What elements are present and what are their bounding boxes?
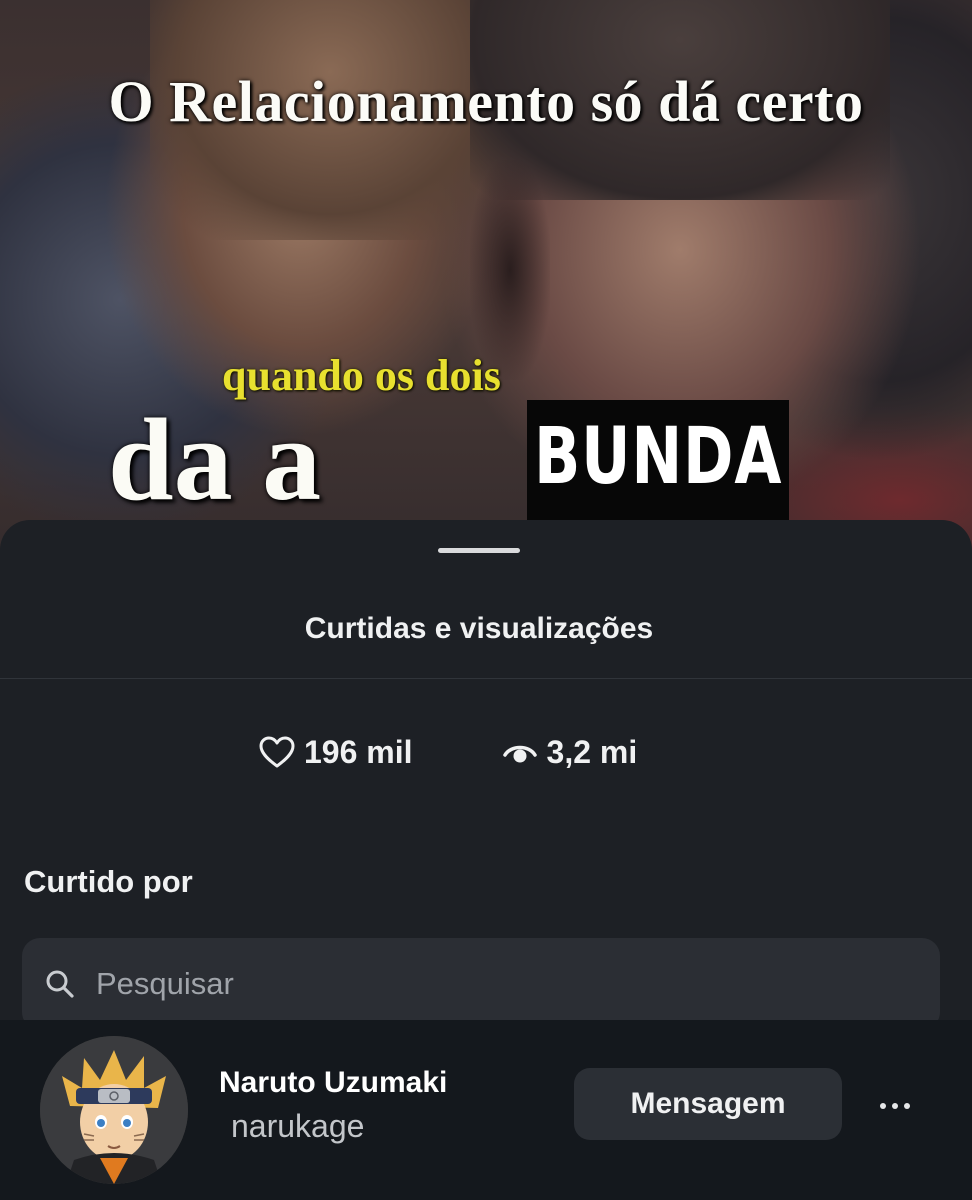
meme-caption-top: O Relacionamento só dá certo	[108, 69, 864, 134]
post-image: O Relacionamento só dá certo quando os d…	[0, 0, 972, 590]
meme-caption-block-text: BUNDA	[533, 412, 783, 502]
dot	[892, 1103, 898, 1109]
image-shadow	[470, 160, 550, 380]
likes-stat: 196 mil	[258, 734, 413, 771]
dot	[880, 1103, 886, 1109]
message-button[interactable]: Mensagem	[574, 1068, 842, 1140]
sheet-grabber[interactable]	[438, 548, 520, 553]
sheet-title: Curtidas e visualizações	[304, 612, 654, 645]
search-icon	[46, 970, 74, 998]
dot	[904, 1103, 910, 1109]
divider	[0, 678, 972, 679]
user-display-name[interactable]: Naruto Uzumaki	[219, 1066, 447, 1100]
meme-caption-block: BUNDA	[527, 400, 789, 536]
avatar-picture	[40, 1036, 188, 1184]
views-stat: 3,2 mi	[501, 733, 638, 771]
views-count: 3,2 mi	[546, 733, 638, 770]
search-input[interactable]	[94, 965, 878, 1003]
likes-count: 196 mil	[304, 733, 413, 770]
user-list-item[interactable]: Naruto Uzumaki narukage Mensagem	[0, 1020, 972, 1200]
search-bar[interactable]	[22, 938, 940, 1030]
likes-views-sheet: Curtidas e visualizações 196 mil 3,2 mi …	[0, 520, 972, 1200]
stats-row: 196 mil 3,2 mi	[258, 730, 637, 774]
meme-caption-large: da a	[108, 394, 322, 525]
more-dots-icon[interactable]	[870, 1086, 920, 1126]
avatar[interactable]	[40, 1036, 188, 1184]
user-handle[interactable]: narukage	[231, 1108, 364, 1145]
liked-by-heading: Curtido por	[24, 864, 193, 899]
heart-icon	[259, 736, 295, 768]
eye-icon	[502, 745, 537, 763]
